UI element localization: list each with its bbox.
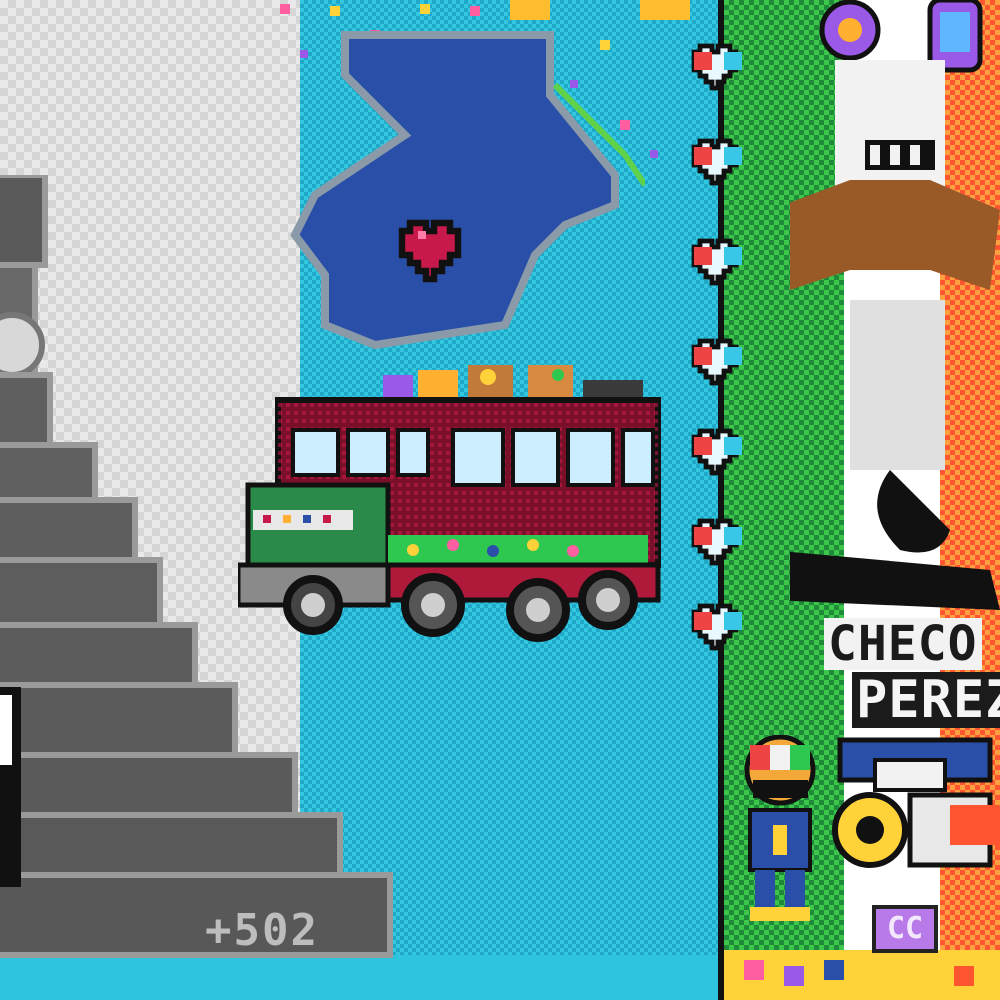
bottom-decor-band [724,950,1000,1000]
country-code-label: +502 [205,905,319,956]
racing-helmet [832,737,1000,868]
tribute-last-name: PEREZ [852,672,1000,728]
tricolor-heart-icon [691,603,742,651]
tricolor-heart-icon [691,338,742,386]
heart-icon [398,219,462,283]
tricolor-heart-icon [691,238,742,286]
pixel-canvas[interactable]: +502 CHECO PERE CC [0,0,1000,1000]
sugar-skull-character [790,0,1000,610]
tricolor-heart-icon [691,428,742,476]
tribute-first-name: CHECO [824,618,982,670]
hearts-column [688,40,758,660]
cc-badge: CC [872,905,938,953]
chicken-bus [238,365,661,642]
tricolor-heart-icon [691,138,742,186]
tricolor-heart-icon [691,518,742,566]
tricolor-heart-icon [691,43,742,91]
racer-character [744,735,816,921]
